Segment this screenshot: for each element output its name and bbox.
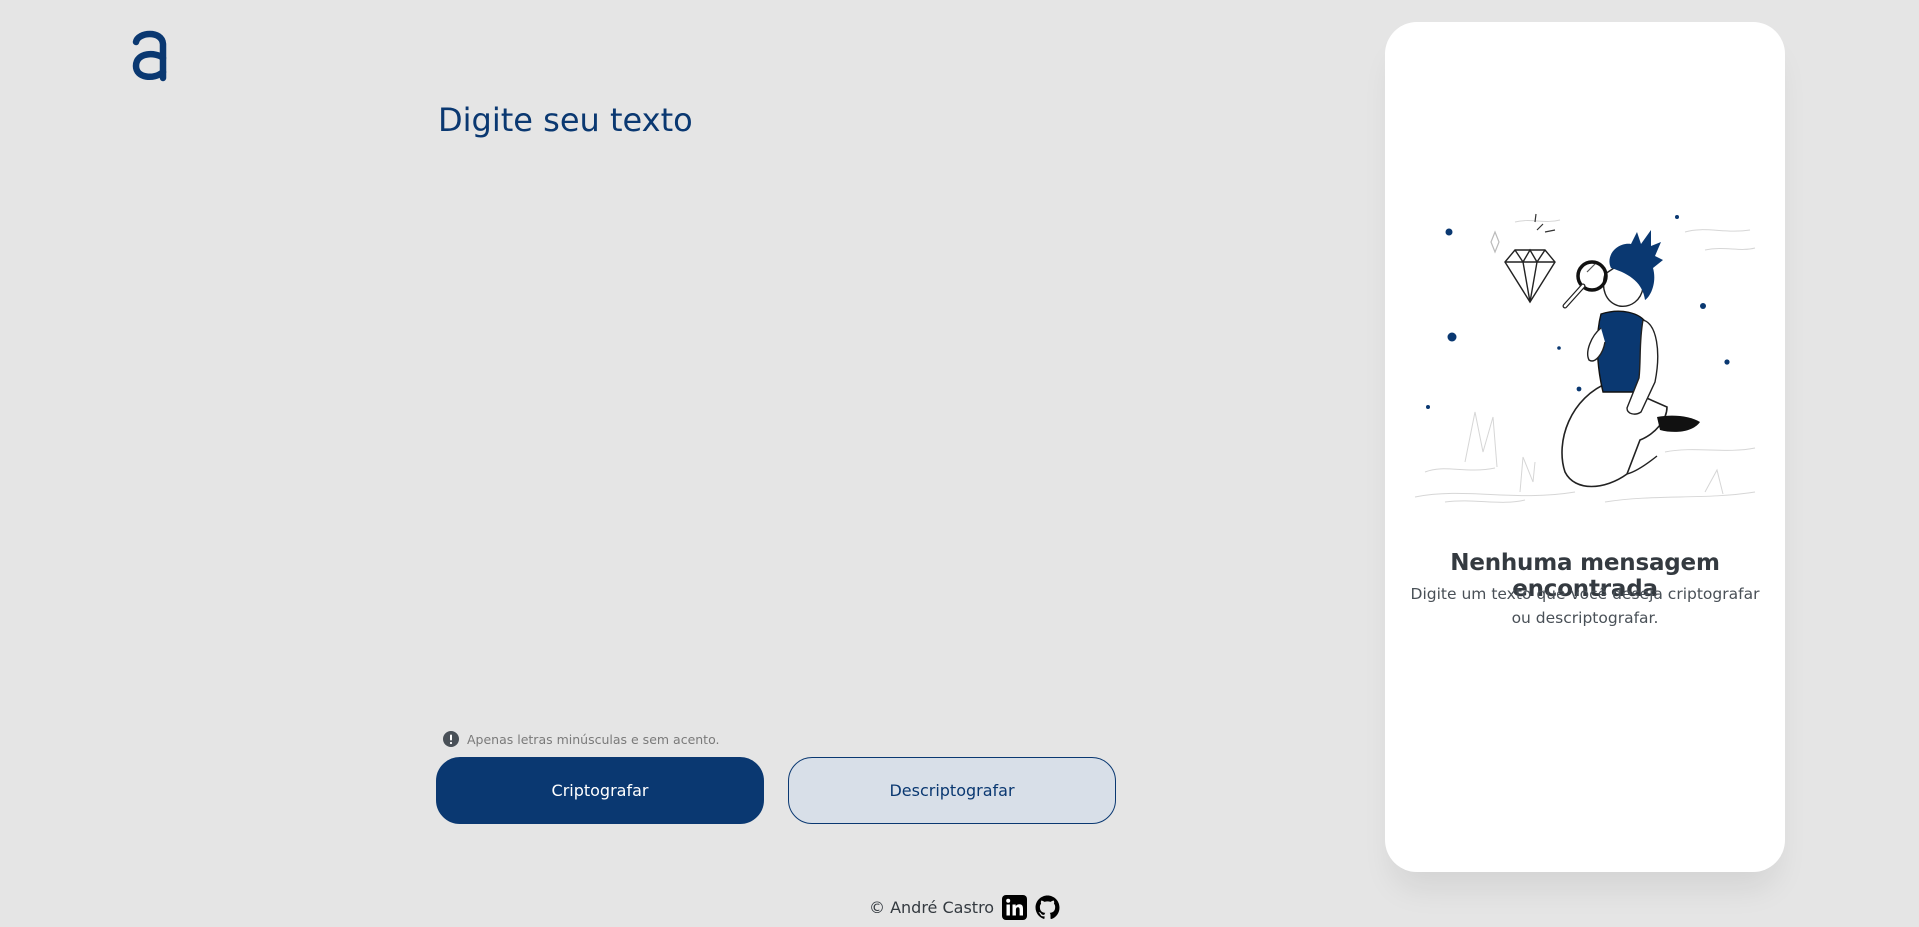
linkedin-icon[interactable] — [1002, 895, 1028, 920]
github-icon[interactable] — [1035, 895, 1060, 920]
person-with-magnifier-and-diamond-illustration — [1414, 213, 1756, 503]
decrypt-button[interactable]: Descriptografar — [788, 757, 1116, 824]
footer: © André Castro — [869, 895, 1060, 920]
message-input[interactable] — [438, 100, 1118, 700]
hint-text: Apenas letras minúsculas e sem acento. — [467, 731, 720, 747]
empty-state-description: Digite um texto que você deseja criptogr… — [1410, 585, 1760, 627]
page: Apenas letras minúsculas e sem acento. C… — [0, 0, 1919, 927]
footer-credit: © André Castro — [869, 898, 995, 917]
exclamation-circle-icon — [443, 731, 459, 747]
encrypt-button[interactable]: Criptografar — [436, 757, 764, 824]
alura-a-logo-icon[interactable] — [130, 28, 170, 82]
output-panel: Nenhuma mensagem encontrada Digite um te… — [1385, 22, 1785, 872]
input-hint: Apenas letras minúsculas e sem acento. — [443, 731, 719, 747]
